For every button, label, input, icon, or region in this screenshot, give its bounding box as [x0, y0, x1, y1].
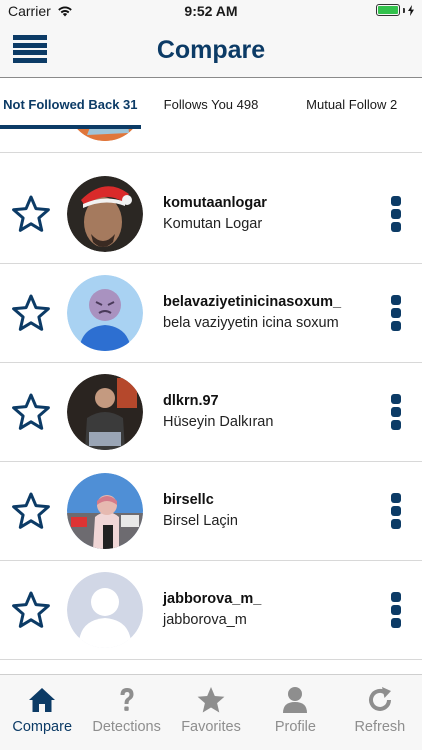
more-dot: [391, 321, 401, 331]
segment-tabs: Not Followed Back 31 Follows You 498 Mut…: [0, 79, 422, 129]
username: dlkrn.97: [163, 393, 219, 409]
star-icon[interactable]: [11, 194, 51, 234]
avatar: [67, 176, 143, 252]
avatar: [67, 129, 143, 141]
tab-profile-label: Profile: [274, 719, 316, 735]
username: birsellc: [163, 492, 214, 508]
more-options-icon[interactable]: [391, 592, 403, 628]
list-item[interactable]: [0, 129, 422, 153]
tab-detections-label: Detections: [92, 719, 161, 735]
star-icon[interactable]: [11, 293, 51, 333]
tab-refresh-label: Refresh: [354, 719, 406, 735]
more-dot: [391, 618, 401, 628]
status-bar: Carrier 9:52 AM: [0, 0, 422, 22]
more-dot: [391, 420, 401, 430]
tab-mutual-follow[interactable]: Mutual Follow 2: [281, 79, 422, 129]
more-dot: [391, 493, 401, 503]
battery-icon: [376, 4, 400, 16]
more-options-icon[interactable]: [391, 295, 403, 331]
tab-refresh[interactable]: Refresh: [338, 675, 422, 750]
list-item[interactable]: jabborova_m_ jabborova_m: [0, 561, 422, 660]
charging-bolt-icon: [408, 4, 414, 16]
question-icon: [120, 688, 134, 711]
full-name: jabborova_m: [163, 612, 247, 628]
star-icon[interactable]: [11, 392, 51, 432]
more-dot: [391, 407, 401, 417]
more-dot: [391, 295, 401, 305]
username: belavaziyetinicinasoxum_: [163, 294, 342, 310]
tab-follows-you[interactable]: Follows You 498: [141, 79, 282, 129]
more-options-icon[interactable]: [391, 493, 403, 529]
star-icon[interactable]: [11, 491, 51, 531]
more-dot: [391, 308, 401, 318]
more-options-icon[interactable]: [391, 394, 403, 430]
list-item[interactable]: dlkrn.97 Hüseyin Dalkıran: [0, 363, 422, 462]
avatar: [67, 275, 143, 351]
tab-favorites[interactable]: Favorites: [169, 675, 253, 750]
page-title: Compare: [156, 36, 266, 64]
avatar: [67, 473, 143, 549]
more-dot: [391, 605, 401, 615]
full-name: bela vaziyyetin icina soxum: [163, 315, 339, 331]
username: komutaanlogar: [163, 195, 267, 211]
full-name: Hüseyin Dalkıran: [163, 414, 274, 430]
refresh-icon: [368, 687, 391, 711]
full-name: Birsel Laçin: [163, 513, 238, 529]
more-options-icon[interactable]: [391, 196, 403, 232]
tab-compare-label: Compare: [12, 719, 73, 735]
more-dot: [391, 506, 401, 516]
more-dot: [391, 394, 401, 404]
username: jabborova_m_: [163, 591, 262, 607]
tab-compare[interactable]: Compare: [0, 675, 84, 750]
more-dot: [391, 519, 401, 529]
star-icon[interactable]: [11, 590, 51, 630]
battery-level-fill: [378, 6, 398, 14]
list-item[interactable]: belavaziyetinicinasoxum_ bela vaziyyetin…: [0, 264, 422, 363]
status-time: 9:52 AM: [184, 3, 238, 19]
battery-group: [376, 4, 414, 16]
list-item[interactable]: birsellc Birsel Laçin: [0, 462, 422, 561]
avatar: [67, 374, 143, 450]
more-dot: [391, 222, 401, 232]
full-name: Komutan Logar: [163, 216, 263, 232]
home-icon: [29, 688, 56, 712]
list-item[interactable]: komutaanlogar Komutan Logar: [0, 165, 422, 264]
tab-not-followed-back[interactable]: Not Followed Back 31: [0, 79, 141, 129]
tab-profile[interactable]: Profile: [253, 675, 337, 750]
more-dot: [391, 209, 401, 219]
battery-tip: [403, 7, 405, 13]
avatar: [67, 572, 143, 648]
tab-favorites-label: Favorites: [181, 719, 241, 735]
star-icon: [197, 687, 225, 713]
tab-detections[interactable]: Detections: [84, 675, 168, 750]
bottom-tab-bar: Compare Detections Favorites Profile Ref…: [0, 674, 422, 750]
navigation-bar: Compare: [0, 22, 422, 78]
user-list[interactable]: komutaanlogar Komutan Logar belavaziyeti…: [0, 129, 422, 674]
more-dot: [391, 592, 401, 602]
more-dot: [391, 196, 401, 206]
person-icon: [283, 687, 308, 713]
